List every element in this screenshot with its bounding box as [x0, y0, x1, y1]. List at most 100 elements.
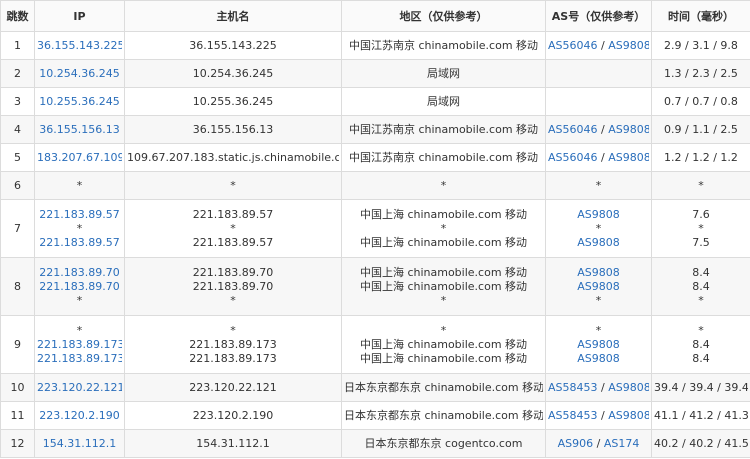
host-value: 221.183.89.173	[189, 337, 277, 351]
as-cell: AS56046 / AS9808	[545, 31, 652, 60]
as-timeout: *	[595, 221, 602, 235]
as-line: *	[548, 222, 649, 236]
as-link[interactable]: AS9808	[577, 280, 620, 293]
ip-link[interactable]: 183.207.67.109	[37, 151, 122, 165]
ip-value: *	[76, 221, 83, 235]
as-link[interactable]: AS906	[558, 437, 594, 450]
region-cell: 中国江苏南京 chinamobile.com 移动	[341, 115, 546, 144]
as-link[interactable]: AS9808	[577, 208, 620, 221]
ip-link[interactable]: 223.120.2.190	[37, 409, 122, 423]
as-line	[548, 67, 649, 81]
as-cell: *	[545, 171, 652, 200]
region-value: *	[440, 323, 447, 337]
time-value: 0.7 / 0.7 / 0.8	[664, 94, 738, 108]
as-separator: /	[597, 122, 609, 136]
as-link[interactable]: AS9808	[608, 39, 649, 52]
ip-link[interactable]: 154.31.112.1	[37, 437, 122, 451]
as-link[interactable]: AS9808	[577, 338, 620, 351]
as-cell: * AS9808 AS9808	[545, 315, 652, 374]
region-value: 日本东京都东京 chinamobile.com 移动	[344, 380, 543, 394]
ip-link[interactable]: 223.120.22.121	[37, 381, 122, 395]
as-link[interactable]: AS174	[604, 437, 640, 450]
time-cell: 0.9 / 1.1 / 2.5	[651, 115, 750, 144]
header-ip: IP	[34, 0, 125, 32]
host-value: 36.155.143.225	[189, 38, 277, 52]
ip-value: *	[76, 293, 83, 307]
ip-cell: 223.120.2.190	[34, 401, 125, 430]
ip-link[interactable]: 221.183.89.70	[37, 266, 122, 280]
host-value: *	[230, 221, 236, 235]
ip-cell: 10.254.36.245	[34, 59, 125, 88]
as-cell: AS9808 AS9808 *	[545, 257, 652, 316]
host-value: 223.120.2.190	[192, 408, 274, 422]
region-value: *	[440, 293, 447, 307]
ip-link[interactable]: 221.183.89.57	[37, 208, 122, 222]
ip-cell: 183.207.67.109	[34, 143, 125, 172]
ip-link[interactable]: 10.254.36.245	[37, 67, 122, 81]
hostname-cell: 36.155.143.225	[124, 31, 342, 60]
as-link[interactable]: AS9808	[608, 381, 649, 394]
ip-cell: 221.183.89.57 * 221.183.89.57	[34, 199, 125, 258]
as-link[interactable]: AS58453	[548, 381, 598, 394]
ip-link[interactable]: 36.155.143.225	[37, 39, 122, 53]
table-row: 12 154.31.112.1 154.31.112.1 日本东京都东京 cogent…	[0, 429, 750, 458]
as-link[interactable]: AS56046	[548, 39, 598, 52]
as-link[interactable]: AS9808	[608, 409, 649, 422]
as-cell: AS906 / AS174	[545, 429, 652, 458]
hostname-cell: 223.120.2.190	[124, 401, 342, 430]
ip-link[interactable]: 221.183.89.173	[37, 338, 122, 352]
as-link[interactable]: AS9808	[577, 236, 620, 249]
time-value: 40.2 / 40.2 / 41.5	[654, 436, 748, 450]
as-cell: AS56046 / AS9808	[545, 115, 652, 144]
table-row: 10 223.120.22.121 223.120.22.121 日本东京都东京 ch…	[0, 373, 750, 402]
ip-link[interactable]: 221.183.89.57	[37, 236, 122, 250]
time-cell: 0.7 / 0.7 / 0.8	[651, 87, 750, 116]
host-value: *	[230, 293, 236, 307]
hop-number: 1	[0, 31, 35, 60]
ip-link[interactable]: 36.155.156.13	[37, 123, 122, 137]
host-value: 10.254.36.245	[192, 66, 274, 80]
region-value: 中国上海 chinamobile.com 移动	[359, 235, 528, 249]
as-link[interactable]: AS9808	[577, 352, 620, 365]
header-region: 地区（仅供参考）	[341, 0, 546, 32]
table-row: 1 36.155.143.225 36.155.143.225 中国江苏南京 chin…	[0, 31, 750, 60]
time-value: 1.3 / 2.3 / 2.5	[664, 66, 738, 80]
as-line: AS9808	[548, 208, 649, 222]
table-row: 8 221.183.89.70 221.183.89.70 * 221.183.89.7…	[0, 257, 750, 316]
time-value: 39.4 / 39.4 / 39.4	[654, 380, 748, 394]
time-value: 0.9 / 1.1 / 2.5	[664, 122, 738, 136]
region-value: 中国上海 chinamobile.com 移动	[359, 337, 528, 351]
time-cell: 8.4 8.4 *	[651, 257, 750, 316]
ip-link[interactable]: 10.255.36.245	[37, 95, 122, 109]
region-cell: 日本东京都东京 chinamobile.com 移动	[341, 401, 546, 430]
ip-link[interactable]: 221.183.89.70	[37, 280, 122, 294]
as-cell: AS9808 * AS9808	[545, 199, 652, 258]
hostname-cell: 10.255.36.245	[124, 87, 342, 116]
ip-cell: 36.155.156.13	[34, 115, 125, 144]
ip-cell: 36.155.143.225	[34, 31, 125, 60]
hop-number: 4	[0, 115, 35, 144]
time-cell: 2.9 / 3.1 / 9.8	[651, 31, 750, 60]
as-link[interactable]: AS9808	[577, 266, 620, 279]
region-value: 中国上海 chinamobile.com 移动	[359, 279, 528, 293]
as-link[interactable]: AS58453	[548, 409, 598, 422]
as-link[interactable]: AS56046	[548, 151, 598, 164]
time-cell: 41.1 / 41.2 / 41.3	[651, 401, 750, 430]
as-link[interactable]: AS56046	[548, 123, 598, 136]
hop-number: 9	[0, 315, 35, 374]
as-cell: AS58453 / AS9808	[545, 401, 652, 430]
hostname-cell: 221.183.89.70 221.183.89.70 *	[124, 257, 342, 316]
as-link[interactable]: AS9808	[608, 123, 649, 136]
as-line: AS58453 / AS9808	[548, 381, 649, 395]
ip-link[interactable]: 221.183.89.173	[37, 352, 122, 366]
region-cell: *	[341, 171, 546, 200]
hop-number: 11	[0, 401, 35, 430]
as-link[interactable]: AS9808	[608, 151, 649, 164]
host-value: 10.255.36.245	[192, 94, 274, 108]
ip-cell: *	[34, 171, 125, 200]
time-value: 8.4	[692, 351, 710, 365]
region-cell: 中国上海 chinamobile.com 移动 中国上海 chinamobile.…	[341, 257, 546, 316]
time-value: 1.2 / 1.2 / 1.2	[664, 150, 738, 164]
region-cell: 局域网	[341, 87, 546, 116]
hostname-cell: 36.155.156.13	[124, 115, 342, 144]
